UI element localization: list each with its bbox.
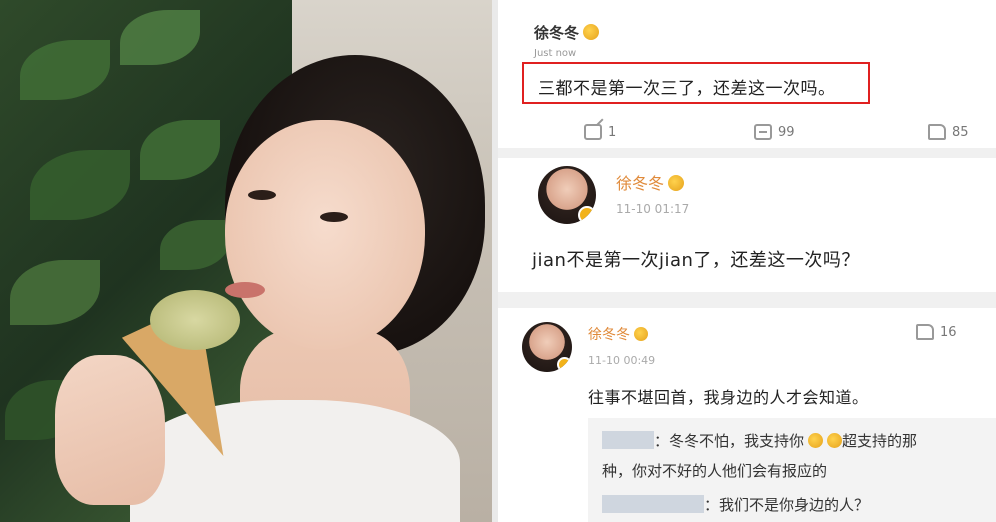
redacted-username xyxy=(602,495,704,513)
reply-1-cont: 种，你对不好的人他们会有报应的 xyxy=(602,462,828,480)
leaf xyxy=(10,260,100,325)
reply-text: ：冬冬不怕，我支持你 xyxy=(654,432,805,450)
eye xyxy=(320,212,348,222)
comment-1-header: 徐冬冬 xyxy=(534,22,600,43)
reply-text: 超支持的那 xyxy=(842,432,918,450)
leaf xyxy=(120,10,200,65)
comment-text: 往事不堪回首，我身边的人才会知道。 xyxy=(588,388,869,407)
leaf xyxy=(20,40,110,100)
avatar[interactable] xyxy=(538,166,596,224)
reply-2: ：我们不是你身边的人？ xyxy=(602,494,869,515)
replies-box: ：冬冬不怕，我支持你 超支持的那 种，你对不好的人他们会有报应的 ：我们不是你身边… xyxy=(588,418,996,522)
emoji-badge-icon xyxy=(583,24,600,40)
timestamp: 11-10 00:49 xyxy=(588,354,656,367)
reply-text: ：我们不是你身边的人？ xyxy=(704,496,870,514)
comment-text: 三都不是第一次三了，还差这一次吗。 xyxy=(538,79,836,99)
reply-1: ：冬冬不怕，我支持你 超支持的那 xyxy=(602,430,917,451)
timestamp: Just now xyxy=(534,48,577,59)
like-button[interactable]: 85 xyxy=(928,118,969,146)
photo xyxy=(0,0,492,522)
comment-button[interactable]: 99 xyxy=(754,118,795,146)
username[interactable]: 徐冬冬 xyxy=(616,174,664,193)
thumbs-up-icon xyxy=(916,324,934,340)
like-count: 16 xyxy=(940,324,957,340)
emoji-badge-icon xyxy=(634,327,648,341)
thumbs-up-icon xyxy=(928,124,946,140)
vip-badge-icon xyxy=(557,357,572,372)
eye xyxy=(248,190,276,200)
avatar[interactable] xyxy=(522,322,572,372)
leaf xyxy=(30,150,130,220)
redacted-username xyxy=(602,431,654,449)
repost-button[interactable]: 1 xyxy=(584,118,616,146)
separator xyxy=(498,148,996,158)
comment-count: 99 xyxy=(778,124,795,140)
vip-badge-icon xyxy=(578,206,596,224)
separator xyxy=(498,292,996,308)
comment-1-actions: 1 99 85 xyxy=(498,118,996,146)
repost-icon xyxy=(584,124,602,140)
leaf xyxy=(160,220,230,270)
like-count: 85 xyxy=(952,124,969,140)
leaf xyxy=(140,120,220,180)
comment-2-header: 徐冬冬 xyxy=(616,170,685,194)
ice-cream-scoop xyxy=(150,290,240,350)
like-button[interactable]: 16 xyxy=(916,318,957,346)
emoji-badge-icon xyxy=(668,175,685,191)
comment-text: jian不是第一次jian了，还差这一次吗？ xyxy=(532,250,860,271)
username[interactable]: 徐冬冬 xyxy=(588,327,630,343)
emoji-icon xyxy=(808,433,824,448)
repost-count: 1 xyxy=(608,124,617,140)
timestamp: 11-10 01:17 xyxy=(616,202,690,216)
comment-icon xyxy=(754,124,772,140)
comment-3-header: 徐冬冬 xyxy=(588,324,648,344)
face xyxy=(225,120,425,350)
lips xyxy=(225,282,265,298)
username[interactable]: 徐冬冬 xyxy=(534,24,579,42)
hand xyxy=(55,355,165,505)
emoji-icon xyxy=(827,433,843,448)
